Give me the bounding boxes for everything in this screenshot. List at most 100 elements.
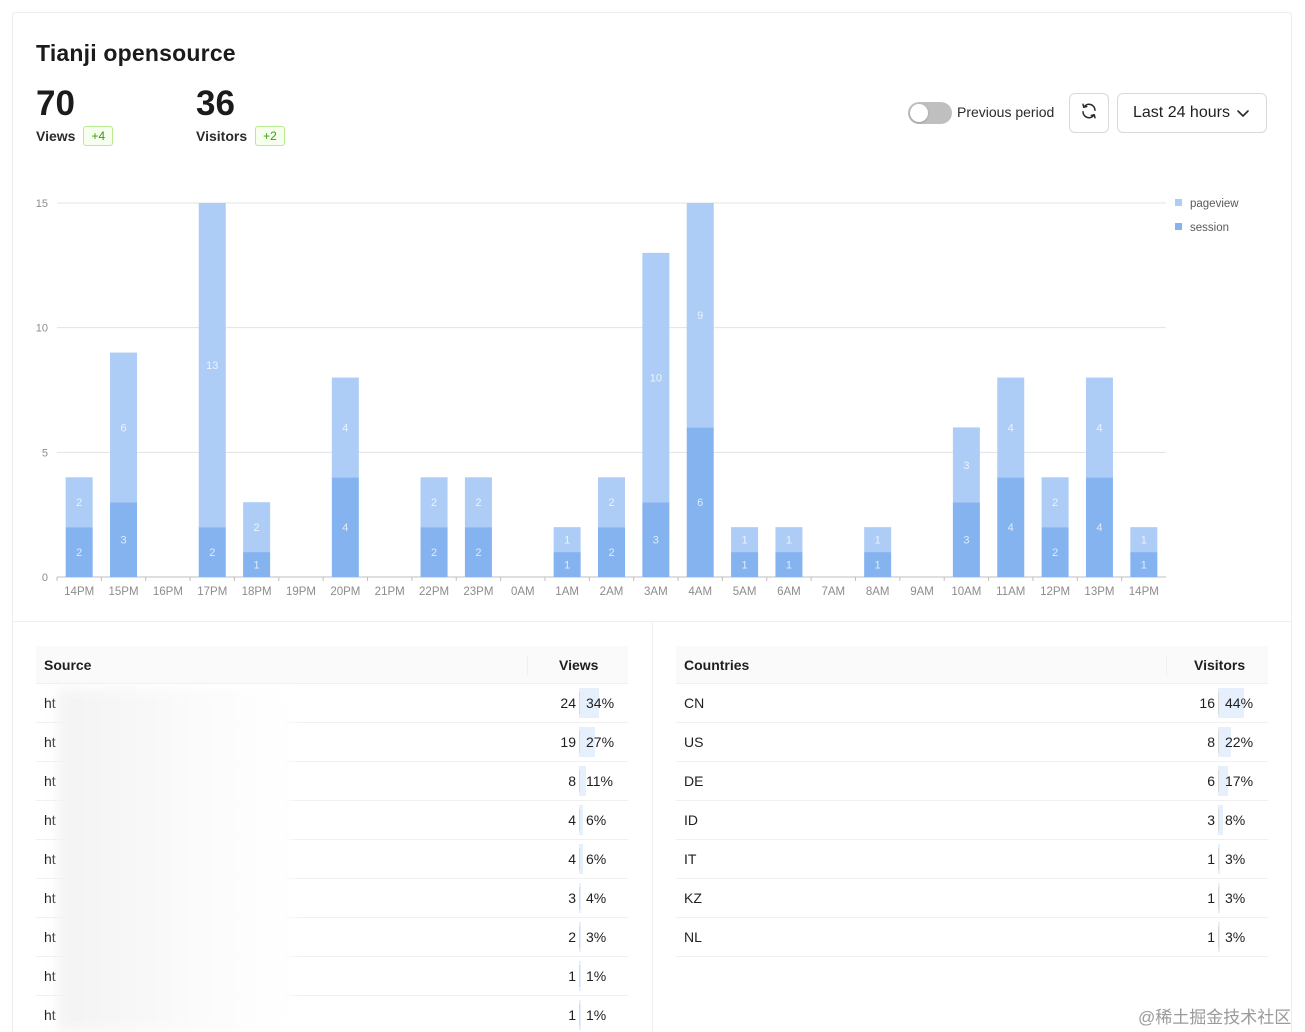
data-label-pageview: 2 xyxy=(475,497,481,509)
data-label-pageview: 4 xyxy=(342,422,348,434)
data-label-pageview: 3 xyxy=(963,460,969,472)
countries-column-header: Countries xyxy=(684,656,750,673)
y-tick-label: 5 xyxy=(42,447,48,459)
x-tick-label: 9AM xyxy=(910,586,934,598)
row-percent: 17% xyxy=(1218,762,1278,800)
percent-value: 6% xyxy=(586,812,607,828)
visitors-column-header[interactable]: Visitors xyxy=(1194,657,1245,673)
refresh-icon xyxy=(1080,102,1098,125)
countries-table-body: CN 16 44% US 8 22% DE 6 17% ID 3 8% IT 1 3% KZ 1 3% NL 1 3% xyxy=(676,684,1268,957)
data-label-session: 1 xyxy=(742,560,748,572)
x-tick-label: 5AM xyxy=(733,586,757,598)
data-label-session: 1 xyxy=(786,560,792,572)
row-label: ht xyxy=(44,929,56,945)
row-label: ht xyxy=(44,968,56,984)
row-percent: 3% xyxy=(1218,879,1278,917)
countries-table-header: Countries Visitors xyxy=(676,646,1268,684)
table-row[interactable]: CN 16 44% xyxy=(676,684,1268,723)
row-label: ht xyxy=(44,695,56,711)
views-delta-badge: +4 xyxy=(83,126,114,146)
date-range-select[interactable]: Last 24 hours xyxy=(1117,93,1267,133)
row-percent: 4% xyxy=(579,879,639,917)
data-label-session: 4 xyxy=(1008,522,1014,534)
percent-value: 8% xyxy=(1225,812,1246,828)
x-tick-label: 4AM xyxy=(688,586,712,598)
x-tick-label: 17PM xyxy=(197,586,227,598)
views-stat: 70 Views +4 xyxy=(36,84,114,146)
previous-period-toggle[interactable] xyxy=(908,102,952,124)
percent-value: 3% xyxy=(586,929,607,945)
data-label-session: 2 xyxy=(76,547,82,559)
data-label-session: 1 xyxy=(1141,560,1147,572)
row-percent: 27% xyxy=(579,723,639,761)
x-tick-label: 14PM xyxy=(1129,586,1159,598)
percent-value: 34% xyxy=(586,695,615,711)
data-label-pageview: 6 xyxy=(120,422,126,434)
y-tick-label: 10 xyxy=(36,323,48,335)
visitors-stat: 36 Visitors +2 xyxy=(196,84,285,146)
data-label-pageview: 2 xyxy=(1052,497,1058,509)
x-tick-label: 10AM xyxy=(951,586,981,598)
row-percent: 3% xyxy=(1218,840,1278,878)
data-label-pageview: 4 xyxy=(1008,422,1014,434)
row-label: DE xyxy=(684,773,704,789)
row-count: 1 xyxy=(568,968,576,984)
percent-value: 17% xyxy=(1225,773,1254,789)
row-percent: 11% xyxy=(579,762,639,800)
x-tick-label: 0AM xyxy=(511,586,535,598)
row-percent: 3% xyxy=(579,918,639,956)
data-label-pageview: 1 xyxy=(786,535,792,547)
row-count: 24 xyxy=(560,695,576,711)
percent-value: 1% xyxy=(586,968,607,984)
date-range-value: Last 24 hours xyxy=(1133,104,1230,121)
row-percent: 22% xyxy=(1218,723,1278,761)
x-tick-label: 1AM xyxy=(555,586,579,598)
legend-swatch xyxy=(1175,223,1182,230)
x-tick-label: 6AM xyxy=(777,586,801,598)
visitors-delta-badge: +2 xyxy=(255,126,285,146)
row-count: 2 xyxy=(568,929,576,945)
data-label-session: 3 xyxy=(963,535,969,547)
row-count: 4 xyxy=(568,851,576,867)
data-label-session: 1 xyxy=(875,560,881,572)
row-label: ht xyxy=(44,1007,56,1023)
row-count: 19 xyxy=(560,734,576,750)
percent-value: 3% xyxy=(1225,890,1246,906)
row-count: 16 xyxy=(1199,695,1215,711)
row-percent: 6% xyxy=(579,801,639,839)
redacted-source-urls xyxy=(58,688,292,1032)
visitors-value: 36 xyxy=(196,84,235,123)
table-row[interactable]: IT 1 3% xyxy=(676,840,1268,879)
views-column-header[interactable]: Views xyxy=(559,657,598,673)
data-label-session: 2 xyxy=(209,547,215,559)
x-tick-label: 3AM xyxy=(644,586,668,598)
data-label-session: 3 xyxy=(120,535,126,547)
table-row[interactable]: US 8 22% xyxy=(676,723,1268,762)
percent-value: 1% xyxy=(586,1007,607,1023)
data-label-session: 2 xyxy=(431,547,437,559)
table-row[interactable]: ID 3 8% xyxy=(676,801,1268,840)
table-row[interactable]: KZ 1 3% xyxy=(676,879,1268,918)
x-tick-label: 13PM xyxy=(1084,586,1114,598)
table-row[interactable]: DE 6 17% xyxy=(676,762,1268,801)
row-count: 1 xyxy=(1207,851,1215,867)
percent-value: 11% xyxy=(586,773,613,789)
table-row[interactable]: NL 1 3% xyxy=(676,918,1268,957)
x-tick-label: 19PM xyxy=(286,586,316,598)
x-tick-label: 18PM xyxy=(242,586,272,598)
row-label: ht xyxy=(44,851,56,867)
views-label: Views xyxy=(36,128,76,144)
row-label: ID xyxy=(684,812,698,828)
countries-table: Countries Visitors CN 16 44% US 8 22% DE 6 17% ID… xyxy=(676,646,1268,957)
data-label-session: 1 xyxy=(254,560,260,572)
x-tick-label: 2AM xyxy=(600,586,624,598)
data-label-session: 6 xyxy=(697,497,703,509)
refresh-button[interactable] xyxy=(1069,93,1109,133)
row-label: KZ xyxy=(684,890,702,906)
data-label-pageview: 9 xyxy=(697,310,703,322)
data-label-pageview: 2 xyxy=(76,497,82,509)
row-label: ht xyxy=(44,812,56,828)
source-column-header: Source xyxy=(44,656,92,673)
data-label-pageview: 1 xyxy=(1141,535,1147,547)
row-count: 1 xyxy=(568,1007,576,1023)
